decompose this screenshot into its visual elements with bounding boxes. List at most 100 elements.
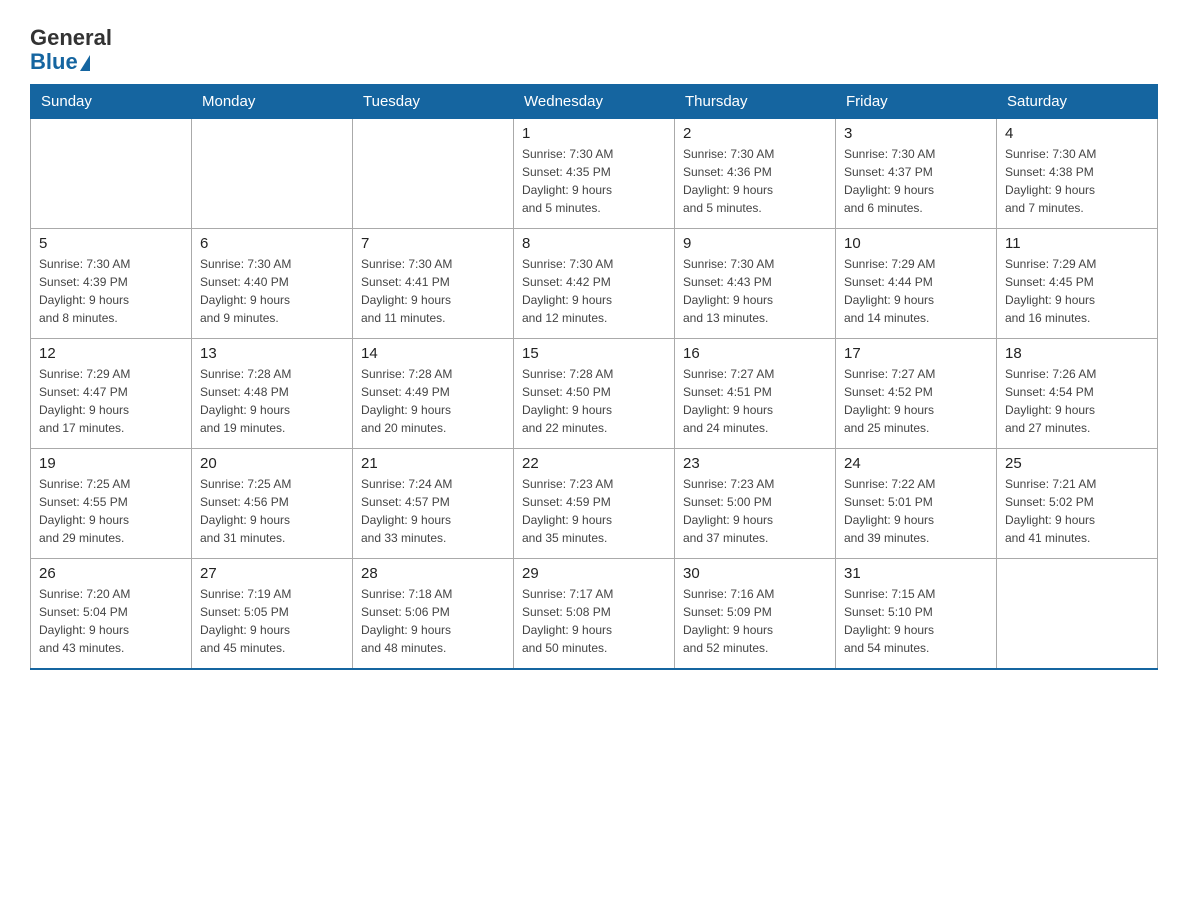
- calendar-cell: [997, 559, 1158, 669]
- day-info: Sunrise: 7:30 AMSunset: 4:36 PMDaylight:…: [683, 145, 827, 217]
- calendar-week-2: 5Sunrise: 7:30 AMSunset: 4:39 PMDaylight…: [31, 229, 1158, 339]
- calendar-table: SundayMondayTuesdayWednesdayThursdayFrid…: [30, 84, 1158, 670]
- day-number: 17: [844, 345, 988, 362]
- day-number: 20: [200, 455, 344, 472]
- calendar-cell: 21 Sunrise: 7:24 AMSunset: 4:57 PMDayligh…: [353, 449, 514, 559]
- day-number: 28: [361, 565, 505, 582]
- calendar-cell: 13Sunrise: 7:28 AMSunset: 4:48 PMDayligh…: [192, 339, 353, 449]
- day-info: Sunrise: 7:27 AMSunset: 4:52 PMDaylight:…: [844, 365, 988, 437]
- calendar-cell: 25 Sunrise: 7:21 AMSunset: 5:02 PMDayligh…: [997, 449, 1158, 559]
- calendar-cell: [31, 119, 192, 229]
- calendar-cell: [353, 119, 514, 229]
- day-info: Sunrise: 7:28 AMSunset: 4:49 PMDaylight:…: [361, 365, 505, 437]
- day-info: Sunrise: 7:21 AMSunset: 5:02 PMDaylight:…: [1005, 475, 1149, 547]
- calendar-cell: 15Sunrise: 7:28 AMSunset: 4:50 PMDayligh…: [514, 339, 675, 449]
- day-info: Sunrise: 7:19 AMSunset: 5:05 PMDaylight:…: [200, 585, 344, 657]
- column-header-tuesday: Tuesday: [353, 85, 514, 119]
- calendar-week-5: 26 Sunrise: 7:20 AMSunset: 5:04 PMDayligh…: [31, 559, 1158, 669]
- calendar-cell: 2Sunrise: 7:30 AMSunset: 4:36 PMDaylight…: [675, 119, 836, 229]
- day-number: 18: [1005, 345, 1149, 362]
- logo-general-text: General: [30, 26, 112, 50]
- column-header-sunday: Sunday: [31, 85, 192, 119]
- column-header-wednesday: Wednesday: [514, 85, 675, 119]
- calendar-cell: 11 Sunrise: 7:29 AMSunset: 4:45 PMDayligh…: [997, 229, 1158, 339]
- day-number: 26: [39, 565, 183, 582]
- day-info: Sunrise: 7:22 AMSunset: 5:01 PMDaylight:…: [844, 475, 988, 547]
- day-info: Sunrise: 7:15 AMSunset: 5:10 PMDaylight:…: [844, 585, 988, 657]
- column-header-friday: Friday: [836, 85, 997, 119]
- calendar-week-1: 1Sunrise: 7:30 AMSunset: 4:35 PMDaylight…: [31, 119, 1158, 229]
- logo-blue-text: Blue: [30, 50, 90, 74]
- logo: General Blue: [30, 26, 112, 74]
- day-number: 11: [1005, 235, 1149, 252]
- calendar-cell: 6 Sunrise: 7:30 AMSunset: 4:40 PMDaylight…: [192, 229, 353, 339]
- column-header-saturday: Saturday: [997, 85, 1158, 119]
- day-info: Sunrise: 7:30 AMSunset: 4:39 PMDaylight:…: [39, 255, 183, 327]
- day-number: 29: [522, 565, 666, 582]
- calendar-cell: 23 Sunrise: 7:23 AMSunset: 5:00 PMDayligh…: [675, 449, 836, 559]
- calendar-cell: 19 Sunrise: 7:25 AMSunset: 4:55 PMDayligh…: [31, 449, 192, 559]
- day-info: Sunrise: 7:26 AMSunset: 4:54 PMDaylight:…: [1005, 365, 1149, 437]
- day-number: 16: [683, 345, 827, 362]
- calendar-week-3: 12 Sunrise: 7:29 AMSunset: 4:47 PMDayligh…: [31, 339, 1158, 449]
- calendar-cell: [192, 119, 353, 229]
- page-header: General Blue: [30, 20, 1158, 74]
- day-info: Sunrise: 7:28 AMSunset: 4:50 PMDaylight:…: [522, 365, 666, 437]
- day-number: 19: [39, 455, 183, 472]
- calendar-week-4: 19 Sunrise: 7:25 AMSunset: 4:55 PMDayligh…: [31, 449, 1158, 559]
- day-info: Sunrise: 7:25 AMSunset: 4:56 PMDaylight:…: [200, 475, 344, 547]
- day-info: Sunrise: 7:30 AMSunset: 4:43 PMDaylight:…: [683, 255, 827, 327]
- day-number: 25: [1005, 455, 1149, 472]
- day-info: Sunrise: 7:29 AMSunset: 4:44 PMDaylight:…: [844, 255, 988, 327]
- day-info: Sunrise: 7:30 AMSunset: 4:42 PMDaylight:…: [522, 255, 666, 327]
- day-number: 24: [844, 455, 988, 472]
- calendar-cell: 24 Sunrise: 7:22 AMSunset: 5:01 PMDayligh…: [836, 449, 997, 559]
- calendar-cell: 30Sunrise: 7:16 AMSunset: 5:09 PMDayligh…: [675, 559, 836, 669]
- calendar-cell: 26 Sunrise: 7:20 AMSunset: 5:04 PMDayligh…: [31, 559, 192, 669]
- day-info: Sunrise: 7:30 AMSunset: 4:41 PMDaylight:…: [361, 255, 505, 327]
- day-info: Sunrise: 7:29 AMSunset: 4:45 PMDaylight:…: [1005, 255, 1149, 327]
- calendar-cell: 29 Sunrise: 7:17 AMSunset: 5:08 PMDayligh…: [514, 559, 675, 669]
- day-info: Sunrise: 7:24 AMSunset: 4:57 PMDaylight:…: [361, 475, 505, 547]
- column-header-thursday: Thursday: [675, 85, 836, 119]
- calendar-cell: 27 Sunrise: 7:19 AMSunset: 5:05 PMDayligh…: [192, 559, 353, 669]
- calendar-cell: 10 Sunrise: 7:29 AMSunset: 4:44 PMDayligh…: [836, 229, 997, 339]
- day-number: 4: [1005, 125, 1149, 142]
- calendar-cell: 22 Sunrise: 7:23 AMSunset: 4:59 PMDayligh…: [514, 449, 675, 559]
- day-number: 27: [200, 565, 344, 582]
- day-info: Sunrise: 7:23 AMSunset: 4:59 PMDaylight:…: [522, 475, 666, 547]
- day-number: 1: [522, 125, 666, 142]
- calendar-header-row: SundayMondayTuesdayWednesdayThursdayFrid…: [31, 85, 1158, 119]
- day-number: 3: [844, 125, 988, 142]
- calendar-cell: 5Sunrise: 7:30 AMSunset: 4:39 PMDaylight…: [31, 229, 192, 339]
- day-info: Sunrise: 7:27 AMSunset: 4:51 PMDaylight:…: [683, 365, 827, 437]
- day-number: 8: [522, 235, 666, 252]
- calendar-cell: 3Sunrise: 7:30 AMSunset: 4:37 PMDaylight…: [836, 119, 997, 229]
- logo-triangle-icon: [80, 55, 90, 71]
- day-number: 12: [39, 345, 183, 362]
- day-number: 22: [522, 455, 666, 472]
- day-number: 6: [200, 235, 344, 252]
- day-info: Sunrise: 7:29 AMSunset: 4:47 PMDaylight:…: [39, 365, 183, 437]
- day-info: Sunrise: 7:17 AMSunset: 5:08 PMDaylight:…: [522, 585, 666, 657]
- day-info: Sunrise: 7:30 AMSunset: 4:40 PMDaylight:…: [200, 255, 344, 327]
- calendar-cell: 8 Sunrise: 7:30 AMSunset: 4:42 PMDaylight…: [514, 229, 675, 339]
- day-number: 7: [361, 235, 505, 252]
- day-number: 10: [844, 235, 988, 252]
- day-info: Sunrise: 7:25 AMSunset: 4:55 PMDaylight:…: [39, 475, 183, 547]
- calendar-cell: 1Sunrise: 7:30 AMSunset: 4:35 PMDaylight…: [514, 119, 675, 229]
- calendar-cell: 14 Sunrise: 7:28 AMSunset: 4:49 PMDayligh…: [353, 339, 514, 449]
- day-number: 23: [683, 455, 827, 472]
- day-number: 14: [361, 345, 505, 362]
- column-header-monday: Monday: [192, 85, 353, 119]
- day-info: Sunrise: 7:20 AMSunset: 5:04 PMDaylight:…: [39, 585, 183, 657]
- calendar-cell: 9Sunrise: 7:30 AMSunset: 4:43 PMDaylight…: [675, 229, 836, 339]
- calendar-cell: 18 Sunrise: 7:26 AMSunset: 4:54 PMDayligh…: [997, 339, 1158, 449]
- day-info: Sunrise: 7:28 AMSunset: 4:48 PMDaylight:…: [200, 365, 344, 437]
- calendar-cell: 7 Sunrise: 7:30 AMSunset: 4:41 PMDaylight…: [353, 229, 514, 339]
- day-info: Sunrise: 7:23 AMSunset: 5:00 PMDaylight:…: [683, 475, 827, 547]
- day-number: 21: [361, 455, 505, 472]
- day-number: 30: [683, 565, 827, 582]
- calendar-cell: 20 Sunrise: 7:25 AMSunset: 4:56 PMDayligh…: [192, 449, 353, 559]
- calendar-cell: 31Sunrise: 7:15 AMSunset: 5:10 PMDayligh…: [836, 559, 997, 669]
